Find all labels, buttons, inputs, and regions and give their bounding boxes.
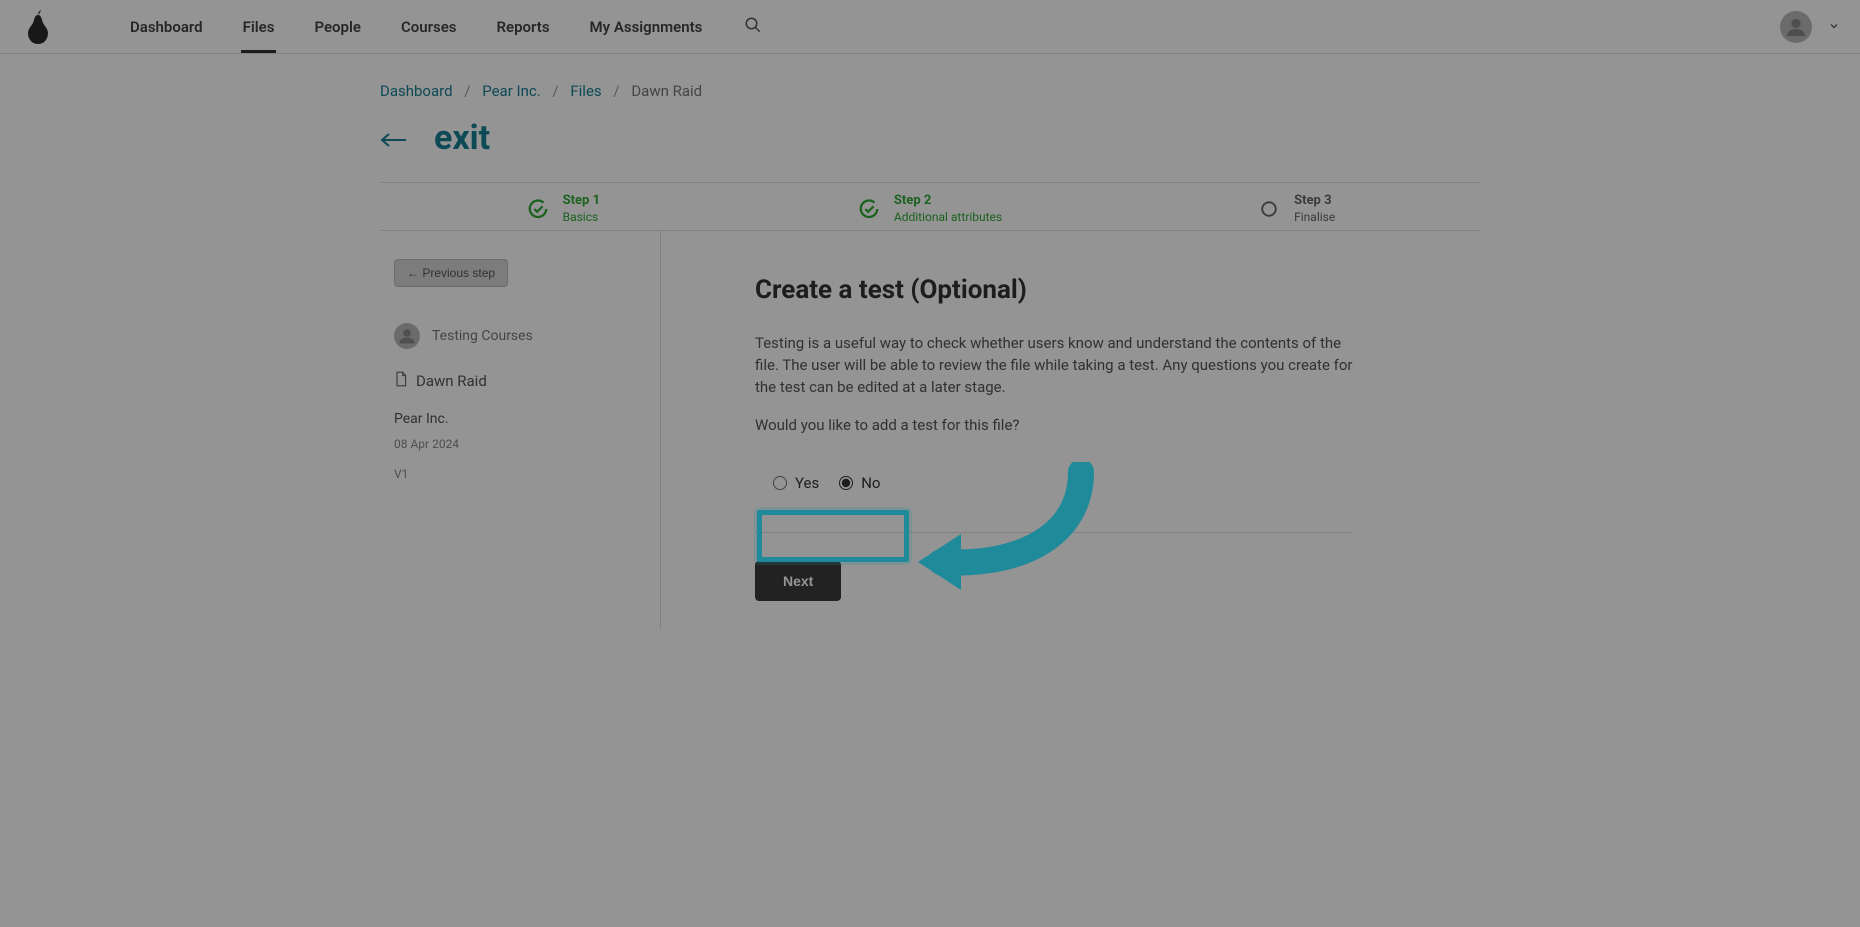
step-sub: Additional attributes xyxy=(894,210,1002,224)
author-avatar-icon xyxy=(394,323,420,349)
step-todo-icon xyxy=(1258,198,1280,220)
crumb-sep: / xyxy=(464,82,470,100)
radio-yes-text: Yes xyxy=(795,474,819,492)
crumb-sep: / xyxy=(613,82,619,100)
next-button[interactable]: Next xyxy=(755,561,841,601)
step-title: Step 2 xyxy=(894,193,1002,208)
nav-links: Dashboard Files People Courses Reports M… xyxy=(130,2,702,52)
search-icon[interactable] xyxy=(744,16,762,38)
crumb-files[interactable]: Files xyxy=(570,82,601,100)
divider xyxy=(755,532,1353,533)
nav-files[interactable]: Files xyxy=(243,2,275,52)
pear-logo xyxy=(26,10,50,44)
top-nav: Dashboard Files People Courses Reports M… xyxy=(0,0,1860,54)
panel-question: Would you like to add a test for this fi… xyxy=(755,416,1353,434)
user-menu-chevron[interactable] xyxy=(1828,17,1840,36)
previous-step-button[interactable]: ← Previous step xyxy=(394,259,508,287)
file-date: 08 Apr 2024 xyxy=(394,437,652,451)
main-panel: Create a test (Optional) Testing is a us… xyxy=(661,231,1381,629)
nav-my-assignments[interactable]: My Assignments xyxy=(590,2,703,52)
step-3: Step 3 Finalise xyxy=(1113,193,1480,224)
step-title: Step 3 xyxy=(1294,193,1335,208)
nav-right xyxy=(1780,11,1840,43)
radio-no-text: No xyxy=(861,474,880,492)
sidebar: ← Previous step Testing Courses Dawn Rai… xyxy=(380,231,660,629)
author-row: Testing Courses xyxy=(394,323,652,349)
radio-yes[interactable] xyxy=(773,476,787,490)
user-avatar[interactable] xyxy=(1780,11,1812,43)
step-title: Step 1 xyxy=(563,193,600,208)
step-sub: Finalise xyxy=(1294,210,1335,224)
crumb-sep: / xyxy=(552,82,558,100)
company-name: Pear Inc. xyxy=(394,411,652,427)
step-sub: Basics xyxy=(563,210,600,224)
radio-no-label[interactable]: No xyxy=(839,474,880,492)
document-icon xyxy=(394,371,408,391)
radio-yes-label[interactable]: Yes xyxy=(773,474,819,492)
file-name: Dawn Raid xyxy=(416,372,487,390)
panel-title: Create a test (Optional) xyxy=(755,275,1353,305)
step-2: Step 2 Additional attributes xyxy=(747,193,1114,224)
file-version: V1 xyxy=(394,467,652,481)
breadcrumb: Dashboard / Pear Inc. / Files / Dawn Rai… xyxy=(380,82,1480,100)
panel-description: Testing is a useful way to check whether… xyxy=(755,333,1353,398)
main-container: Dashboard / Pear Inc. / Files / Dawn Rai… xyxy=(380,82,1480,629)
nav-reports[interactable]: Reports xyxy=(497,2,550,52)
nav-people[interactable]: People xyxy=(314,2,361,52)
nav-courses[interactable]: Courses xyxy=(401,2,457,52)
file-row: Dawn Raid xyxy=(394,371,652,391)
author-name: Testing Courses xyxy=(432,328,533,344)
back-arrow-icon[interactable] xyxy=(380,122,408,155)
body-grid: ← Previous step Testing Courses Dawn Rai… xyxy=(380,231,1480,629)
exit-title[interactable]: exit xyxy=(434,118,490,158)
exit-row: exit xyxy=(380,118,1480,158)
step-1: Step 1 Basics xyxy=(380,193,747,224)
crumb-company[interactable]: Pear Inc. xyxy=(482,82,540,100)
crumb-current: Dawn Raid xyxy=(631,82,702,100)
stepper: Step 1 Basics Step 2 Additional attribut… xyxy=(380,183,1480,224)
radio-group: Yes No xyxy=(755,464,899,502)
crumb-dashboard[interactable]: Dashboard xyxy=(380,82,453,100)
radio-no[interactable] xyxy=(839,476,853,490)
step-complete-icon xyxy=(858,198,880,220)
step-complete-icon xyxy=(527,198,549,220)
nav-dashboard[interactable]: Dashboard xyxy=(130,2,203,52)
